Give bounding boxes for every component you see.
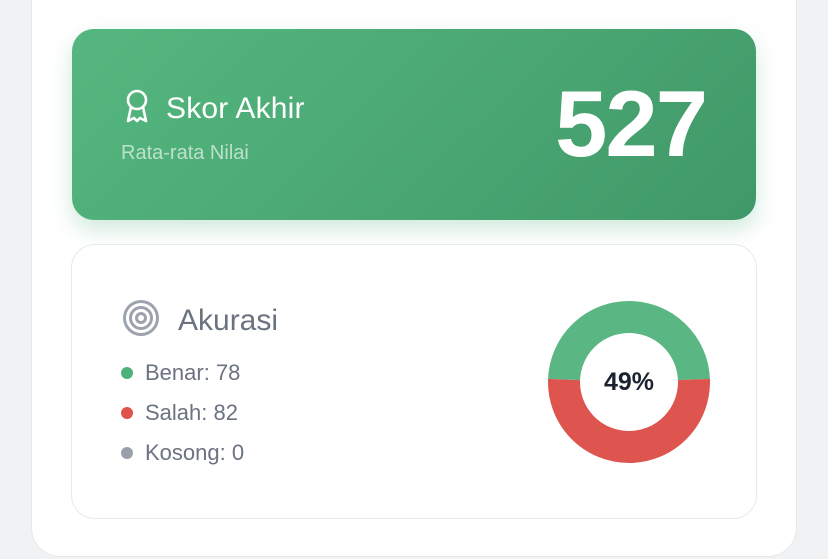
accuracy-legend: Benar: 78 Salah: 82 Kosong: 0 [121, 359, 245, 465]
score-title-row: Skor Akhir [122, 87, 305, 130]
legend-item-correct: Benar: 78 [121, 359, 244, 385]
score-subtitle: Rata-rata Nilai [121, 142, 249, 164]
score-value: 527 [555, 71, 708, 176]
legend-label-wrong: Salah: 82 [145, 399, 238, 425]
accuracy-title: Akurasi [178, 303, 279, 337]
award-ribbon-icon [122, 87, 152, 130]
score-title: Skor Akhir [166, 91, 305, 125]
legend-label-correct: Benar: 78 [145, 359, 241, 385]
accuracy-percent-label: 49% [603, 367, 655, 396]
legend-label-empty: Kosong: 0 [145, 439, 245, 465]
wrong-dot-icon [121, 406, 133, 419]
accuracy-donut-chart: 49% [548, 301, 710, 463]
legend-item-wrong: Salah: 82 [121, 399, 244, 425]
correct-dot-icon [121, 366, 133, 379]
accuracy-title-row: Akurasi [122, 299, 278, 342]
empty-dot-icon [121, 446, 133, 459]
legend-item-empty: Kosong: 0 [121, 439, 245, 465]
final-score-card: Skor Akhir Rata-rata Nilai 527 [72, 29, 756, 220]
target-icon [122, 299, 160, 342]
accuracy-card: Akurasi Benar: 78 Salah: 82 Kosong: 0 49… [71, 244, 757, 519]
